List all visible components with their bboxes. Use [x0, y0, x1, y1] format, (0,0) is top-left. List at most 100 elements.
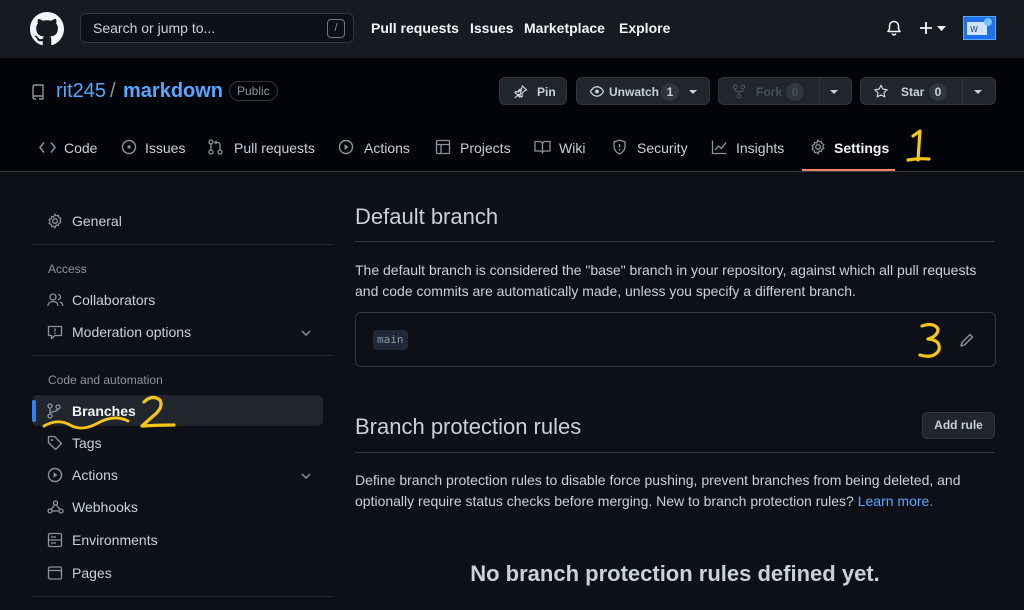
global-header: Search or jump to... / Pull requests Iss… [0, 0, 1024, 58]
sidebar-divider [32, 596, 332, 597]
repo-icon [32, 84, 44, 100]
sidebar-heading-access: Access [48, 262, 87, 276]
search-placeholder: Search or jump to... [93, 20, 216, 36]
star-count: 0 [929, 83, 947, 101]
pull-request-icon [208, 139, 223, 155]
pin-label: Pin [537, 85, 556, 99]
issue-icon [121, 139, 137, 155]
learn-more-link[interactable]: Learn more. [858, 493, 933, 509]
tab-security[interactable]: Security [637, 140, 688, 156]
tag-icon [47, 435, 63, 451]
pencil-icon[interactable] [959, 332, 975, 348]
browser-icon [47, 566, 63, 580]
report-icon [47, 325, 63, 340]
plus-icon[interactable] [919, 21, 933, 35]
search-input[interactable]: Search or jump to... / [80, 13, 354, 43]
nav-explore[interactable]: Explore [619, 20, 670, 36]
shield-icon [613, 139, 626, 155]
chevron-down-icon[interactable] [300, 470, 312, 482]
fork-caret-icon[interactable] [830, 90, 838, 94]
sidebar-item-general[interactable]: General [72, 213, 122, 229]
star-button[interactable]: Star 0 [860, 77, 996, 105]
fork-count: 0 [786, 83, 804, 101]
gear-icon [48, 213, 62, 229]
pin-button[interactable]: Pin [499, 77, 567, 105]
code-icon [39, 142, 56, 153]
star-divider [962, 78, 963, 104]
tab-insights[interactable]: Insights [736, 140, 784, 156]
star-caret-icon[interactable] [974, 90, 982, 94]
graph-icon [711, 140, 727, 155]
github-logo-icon[interactable] [30, 12, 64, 46]
sidebar-heading-code-automation: Code and automation [48, 373, 163, 387]
annotation-number-2-underline [42, 395, 176, 430]
fork-icon [732, 84, 746, 99]
repo-name-link[interactable]: markdown [123, 80, 223, 103]
unwatch-count: 1 [661, 83, 679, 101]
default-branch-desc-line-1: The default branch is considered the "ba… [355, 262, 977, 278]
people-icon [47, 293, 64, 307]
gear-icon [811, 139, 825, 155]
sidebar-active-indicator [32, 400, 36, 422]
nav-issues[interactable]: Issues [470, 20, 514, 36]
unwatch-button[interactable]: Unwatch 1 [576, 77, 710, 105]
tab-projects[interactable]: Projects [460, 140, 511, 156]
avatar[interactable]: W [963, 16, 996, 40]
branch-protection-heading: Branch protection rules [355, 414, 582, 439]
fork-label: Fork [756, 85, 783, 99]
star-icon [874, 84, 888, 98]
tab-actions[interactable]: Actions [364, 140, 410, 156]
repo-owner-link[interactable]: rit245 [56, 80, 106, 103]
server-icon [47, 532, 63, 548]
unwatch-caret-icon [689, 90, 697, 94]
repo-separator: / [110, 80, 116, 102]
protection-desc-line-2: optionally require status checks before … [355, 493, 854, 509]
fork-divider [819, 78, 820, 104]
book-icon [534, 140, 551, 154]
play-icon [47, 467, 63, 483]
chevron-down-icon[interactable] [300, 327, 312, 339]
sidebar-divider [32, 355, 332, 356]
tab-pull-requests[interactable]: Pull requests [234, 140, 315, 156]
selected-tab-underline [802, 169, 895, 171]
tab-issues[interactable]: Issues [145, 140, 185, 156]
table-icon [435, 139, 451, 155]
section-divider [355, 452, 995, 453]
search-shortcut-badge: / [327, 19, 345, 38]
default-branch-name: main [373, 330, 408, 350]
star-label: Star [901, 85, 925, 99]
svg-text:W: W [970, 25, 978, 34]
pin-icon [514, 84, 528, 99]
bell-icon[interactable] [886, 20, 902, 37]
nav-marketplace[interactable]: Marketplace [524, 20, 605, 36]
play-icon [338, 139, 354, 155]
protection-desc-line-1: Define branch protection rules to disabl… [355, 472, 961, 488]
visibility-badge: Public [229, 81, 278, 101]
sidebar-item-webhooks[interactable]: Webhooks [72, 499, 138, 515]
branch-protection-description: Define branch protection rules to disabl… [355, 470, 995, 512]
sidebar-item-collaborators[interactable]: Collaborators [72, 292, 155, 308]
add-rule-button[interactable]: Add rule [922, 412, 995, 439]
sidebar-item-actions[interactable]: Actions [72, 467, 118, 483]
default-branch-box: main [355, 312, 996, 367]
default-branch-description: The default branch is considered the "ba… [355, 260, 995, 302]
webhook-icon [47, 500, 64, 514]
sidebar-item-moderation[interactable]: Moderation options [72, 324, 191, 340]
sidebar-item-environments[interactable]: Environments [72, 532, 158, 548]
chevron-down-icon[interactable] [937, 26, 946, 32]
default-branch-heading: Default branch [355, 204, 499, 229]
section-divider [355, 241, 995, 242]
tab-code[interactable]: Code [64, 140, 97, 156]
tab-wiki[interactable]: Wiki [559, 140, 585, 156]
eye-icon [589, 86, 605, 97]
nav-pull-requests[interactable]: Pull requests [371, 20, 459, 36]
sidebar-item-pages[interactable]: Pages [72, 565, 112, 581]
unwatch-label: Unwatch [609, 85, 660, 99]
empty-state-message: No branch protection rules defined yet. [470, 561, 880, 586]
sidebar-item-tags[interactable]: Tags [72, 435, 102, 451]
annotation-number-3 [918, 322, 941, 358]
tab-settings[interactable]: Settings [834, 140, 889, 156]
default-branch-desc-line-2: and code commits are automatically made,… [355, 283, 856, 299]
annotation-number-1 [906, 129, 931, 162]
fork-button[interactable]: Fork 0 [718, 77, 852, 105]
